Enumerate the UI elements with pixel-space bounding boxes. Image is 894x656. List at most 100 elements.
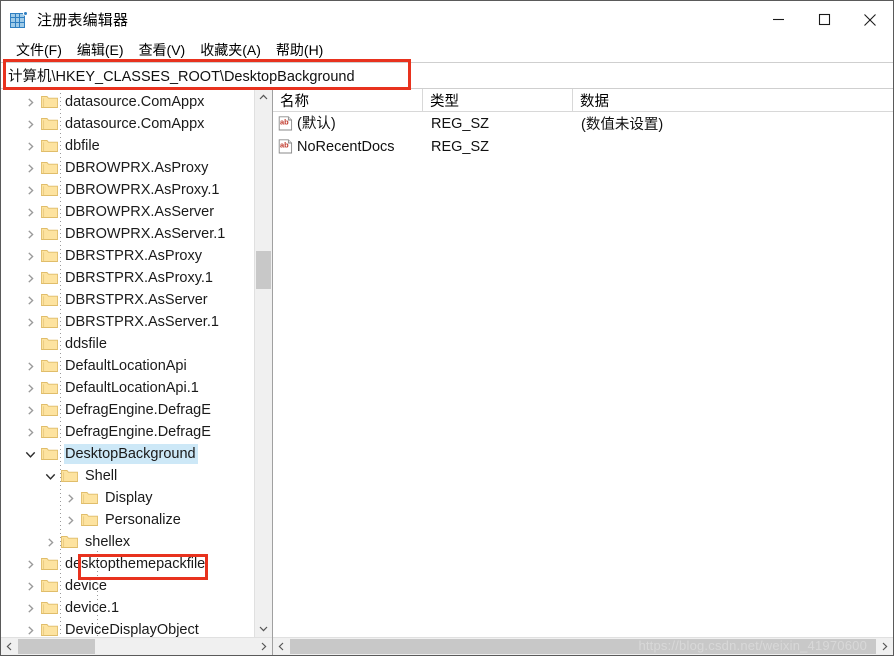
chevron-right-icon[interactable]: [21, 421, 39, 443]
tree-item[interactable]: DesktopBackground: [1, 443, 254, 465]
tree-hscroll-track[interactable]: [18, 638, 255, 655]
menu-view[interactable]: 查看(V): [132, 39, 194, 61]
menu-help[interactable]: 帮助(H): [269, 39, 331, 61]
address-bar-container: 计算机\HKEY_CLASSES_ROOT\DesktopBackground: [1, 59, 893, 90]
menu-file[interactable]: 文件(F): [9, 39, 70, 61]
tree-item[interactable]: DBRSTPRX.AsServer: [1, 289, 254, 311]
tree-item[interactable]: ddsfile: [1, 333, 254, 355]
maximize-button[interactable]: [801, 1, 847, 38]
chevron-left-icon[interactable]: [273, 638, 290, 655]
tree-item[interactable]: DBRSTPRX.AsProxy: [1, 245, 254, 267]
address-path-input[interactable]: 计算机\HKEY_CLASSES_ROOT\DesktopBackground: [1, 63, 893, 88]
chevron-right-icon[interactable]: [21, 311, 39, 333]
tree-item[interactable]: DBROWPRX.AsServer.1: [1, 223, 254, 245]
tree-item[interactable]: Shell: [1, 465, 254, 487]
registry-editor-window: 注册表编辑器 文件(F) 编辑(E) 查看(V) 收藏夹(A) 帮助(H) 计算…: [0, 0, 894, 656]
chevron-right-icon[interactable]: [61, 509, 79, 531]
chevron-right-icon[interactable]: [21, 597, 39, 619]
tree-vscroll-track[interactable]: [255, 106, 272, 620]
tree-item-label: device.1: [65, 600, 120, 616]
tree-item[interactable]: DefaultLocationApi: [1, 355, 254, 377]
close-button[interactable]: [847, 1, 893, 38]
tree-item-label: DBRSTPRX.AsProxy.1: [65, 270, 213, 286]
chevron-right-icon[interactable]: [21, 135, 39, 157]
chevron-right-icon[interactable]: [21, 201, 39, 223]
chevron-down-icon[interactable]: [255, 620, 272, 637]
tree-item[interactable]: device: [1, 575, 254, 597]
tree-item[interactable]: device.1: [1, 597, 254, 619]
tree-item[interactable]: datasource.ComAppx: [1, 91, 254, 113]
tree-item[interactable]: DBRSTPRX.AsProxy.1: [1, 267, 254, 289]
tree-item[interactable]: shellex: [1, 531, 254, 553]
tree-horizontal-scrollbar[interactable]: [1, 637, 272, 655]
tree-item[interactable]: desktopthemepackfile: [1, 553, 254, 575]
window-title: 注册表编辑器: [37, 12, 129, 29]
tree-vscroll-thumb[interactable]: [256, 251, 271, 289]
tree-item[interactable]: DefragEngine.DefragE: [1, 421, 254, 443]
folder-icon: [39, 443, 59, 465]
tree-item[interactable]: DBROWPRX.AsServer: [1, 201, 254, 223]
chevron-right-icon[interactable]: [21, 245, 39, 267]
value-row[interactable]: ab NoRecentDocs REG_SZ: [273, 135, 893, 158]
tree-item[interactable]: DefaultLocationApi.1: [1, 377, 254, 399]
folder-icon: [39, 179, 59, 201]
column-header-data[interactable]: 数据: [573, 89, 893, 111]
chevron-right-icon[interactable]: [21, 399, 39, 421]
value-hscroll-track[interactable]: [290, 638, 876, 655]
chevron-right-icon[interactable]: [21, 223, 39, 245]
tree-item[interactable]: dbfile: [1, 135, 254, 157]
chevron-right-icon[interactable]: [21, 377, 39, 399]
tree-item[interactable]: DBROWPRX.AsProxy: [1, 157, 254, 179]
chevron-right-icon[interactable]: [876, 638, 893, 655]
chevron-right-icon[interactable]: [61, 487, 79, 509]
tree-vertical-scrollbar[interactable]: [254, 89, 272, 637]
minimize-button[interactable]: [755, 1, 801, 38]
chevron-right-icon[interactable]: [21, 267, 39, 289]
tree-item[interactable]: Display: [1, 487, 254, 509]
tree-item-label: ddsfile: [65, 336, 107, 352]
chevron-right-icon[interactable]: [41, 531, 59, 553]
chevron-right-icon[interactable]: [21, 553, 39, 575]
tree-item[interactable]: datasource.ComAppx: [1, 113, 254, 135]
value-horizontal-scrollbar[interactable]: [273, 637, 893, 655]
value-name-text: NoRecentDocs: [297, 138, 395, 155]
chevron-right-icon[interactable]: [21, 157, 39, 179]
chevron-left-icon[interactable]: [1, 638, 18, 655]
chevron-down-icon[interactable]: [21, 443, 39, 465]
value-rows[interactable]: ab (默认) REG_SZ (数值未设置) ab NoRecentDocs REG_SZ: [273, 112, 893, 637]
tree-item-label: DefragEngine.DefragE: [65, 402, 211, 418]
tree-item[interactable]: DeviceDisplayObject: [1, 619, 254, 637]
menu-favorites[interactable]: 收藏夹(A): [193, 39, 269, 61]
tree-item-label: DBROWPRX.AsProxy.1: [65, 182, 220, 198]
chevron-right-icon[interactable]: [21, 113, 39, 135]
chevron-right-icon[interactable]: [21, 575, 39, 597]
tree-item[interactable]: DefragEngine.DefragE: [1, 399, 254, 421]
tree-item[interactable]: DBROWPRX.AsProxy.1: [1, 179, 254, 201]
chevron-right-icon[interactable]: [21, 355, 39, 377]
chevron-down-icon[interactable]: [41, 465, 59, 487]
tree-item[interactable]: DBRSTPRX.AsServer.1: [1, 311, 254, 333]
chevron-up-icon[interactable]: [255, 89, 272, 106]
registry-tree[interactable]: datasource.ComAppx datasource.ComAppx dbfi…: [1, 89, 254, 637]
chevron-right-icon[interactable]: [21, 179, 39, 201]
chevron-right-icon[interactable]: [255, 638, 272, 655]
menu-edit[interactable]: 编辑(E): [70, 39, 132, 61]
value-row[interactable]: ab (默认) REG_SZ (数值未设置): [273, 112, 893, 135]
tree-item-label: DBRSTPRX.AsServer: [65, 292, 208, 308]
tree-item[interactable]: Personalize: [1, 509, 254, 531]
tree-hscroll-thumb[interactable]: [18, 639, 95, 654]
chevron-right-icon[interactable]: [21, 289, 39, 311]
chevron-right-icon[interactable]: [21, 91, 39, 113]
value-hscroll-thumb[interactable]: [290, 639, 876, 654]
window-controls: [755, 1, 893, 38]
chevron-right-icon[interactable]: [21, 619, 39, 637]
column-header-name[interactable]: 名称: [273, 89, 423, 111]
column-header-type[interactable]: 类型: [423, 89, 573, 111]
